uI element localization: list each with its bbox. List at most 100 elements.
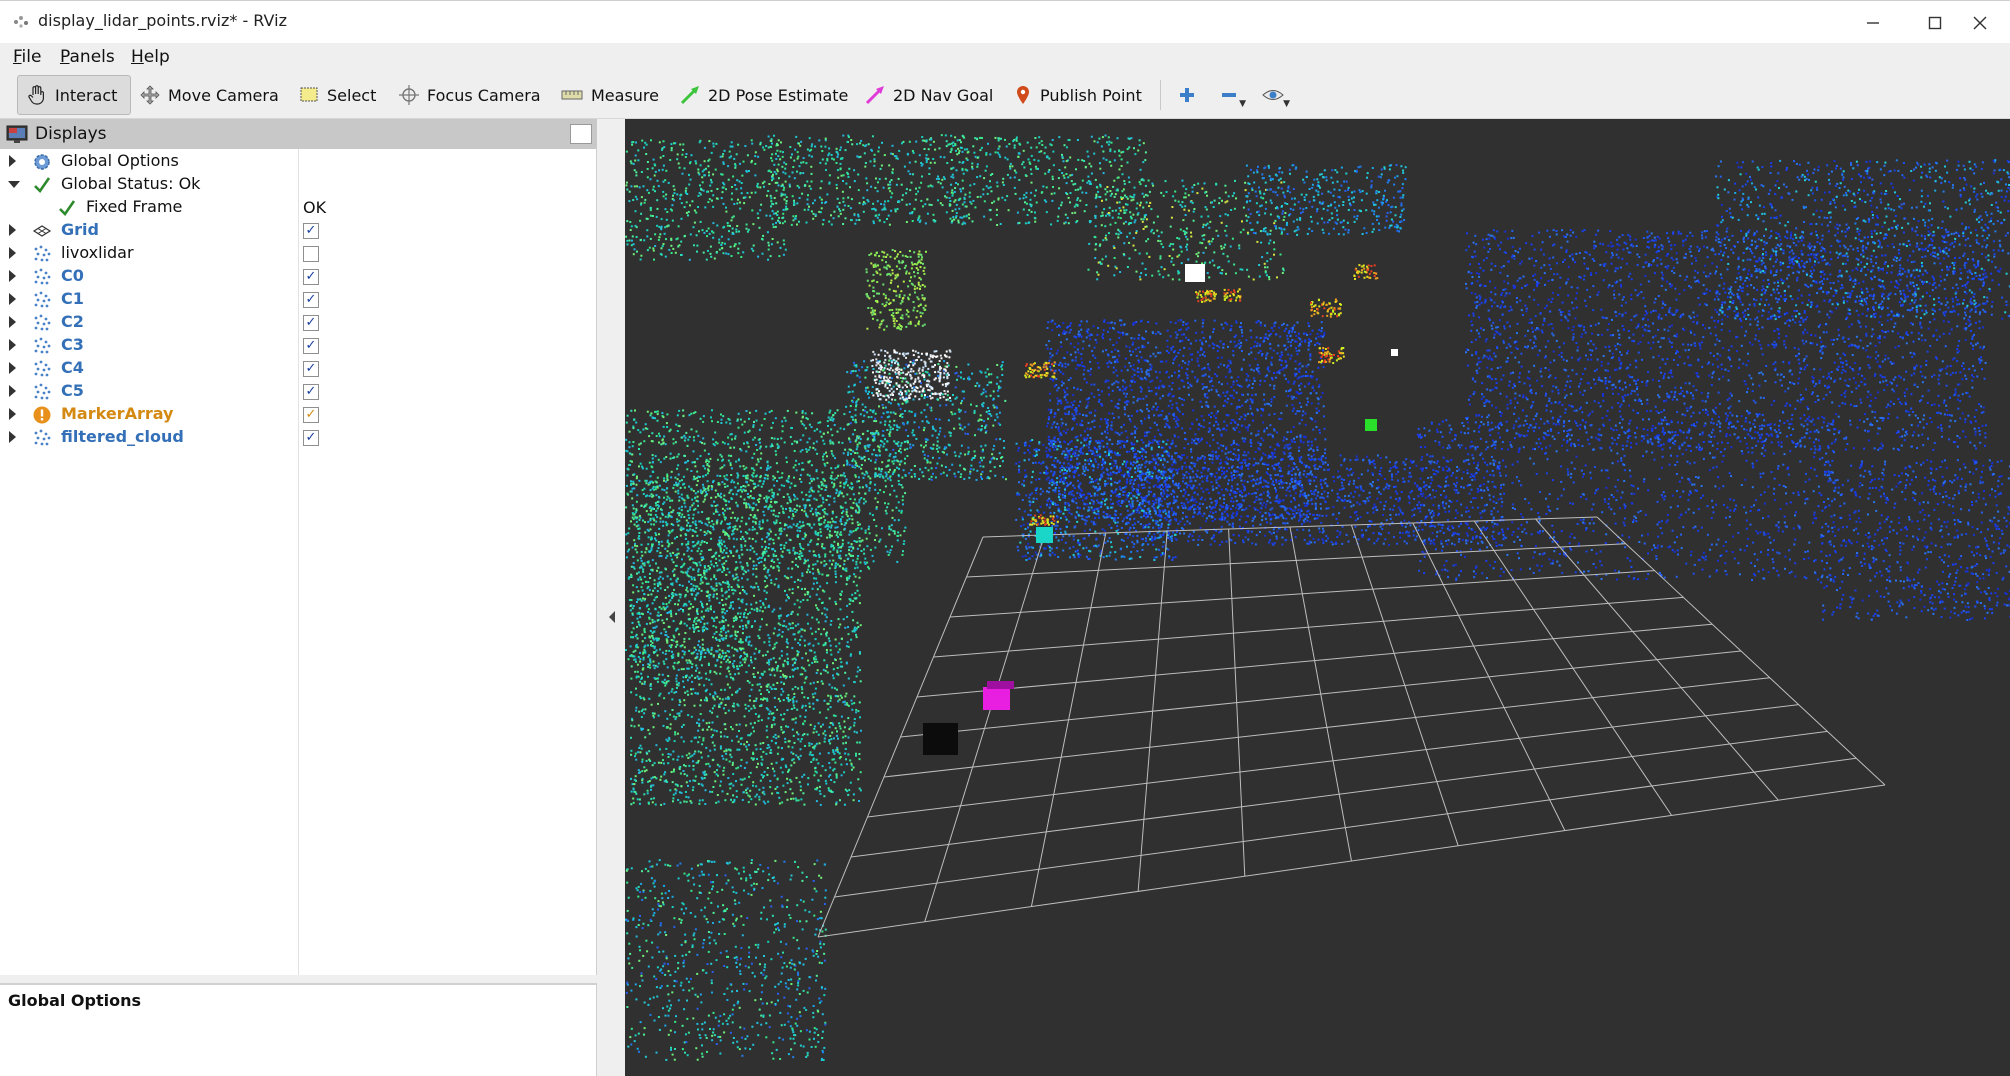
toolbar-separator xyxy=(1160,80,1161,110)
menu-file[interactable]: File xyxy=(13,47,41,67)
expand-arrow-icon[interactable] xyxy=(9,270,16,282)
hand-icon xyxy=(28,85,44,105)
displays-panel-header: Displays xyxy=(0,119,597,149)
display-enabled-checkbox[interactable]: ✓ xyxy=(303,292,319,308)
select-label: Select xyxy=(327,85,377,105)
displays-panel: Displays Global Options Global Status: O… xyxy=(0,119,597,975)
expand-arrow-icon[interactable] xyxy=(9,316,16,328)
close-icon xyxy=(1973,16,1987,29)
tree-row-label: Grid xyxy=(61,220,99,239)
minimize-icon xyxy=(1867,21,1879,24)
lidar-scene xyxy=(625,119,2010,1076)
pointcloud-icon xyxy=(34,268,51,285)
pointcloud-icon xyxy=(34,337,51,354)
window-title: display_lidar_points.rviz* - RViz xyxy=(38,11,287,30)
expand-arrow-icon[interactable] xyxy=(9,362,16,374)
focus-camera-icon xyxy=(399,85,419,105)
tree-row-label: filtered_cloud xyxy=(61,427,184,446)
display-enabled-checkbox[interactable]: ✓ xyxy=(303,223,319,239)
nav-goal-tool-button[interactable]: 2D Nav Goal xyxy=(856,75,1001,115)
check-icon xyxy=(59,200,76,217)
tree-row-label: Fixed Frame xyxy=(86,197,183,216)
tree-row-label: C2 xyxy=(61,312,84,331)
expand-arrow-icon[interactable] xyxy=(9,339,16,351)
measure-tool-button[interactable]: Measure xyxy=(552,75,667,115)
collapse-left-arrow-icon[interactable] xyxy=(609,611,615,623)
minus-icon xyxy=(1222,93,1236,97)
white-box-marker xyxy=(1185,264,1205,282)
black-box-marker xyxy=(923,723,958,755)
close-button[interactable] xyxy=(1950,1,2010,44)
publish-point-tool-button[interactable]: Publish Point xyxy=(1005,75,1150,115)
expand-arrow-icon[interactable] xyxy=(9,155,16,167)
tree-row-label: C0 xyxy=(61,266,84,285)
expand-arrow-icon[interactable] xyxy=(9,408,16,420)
move-camera-label: Move Camera xyxy=(168,85,279,105)
gear-icon xyxy=(34,154,50,170)
pose-estimate-icon xyxy=(680,86,699,105)
display-enabled-checkbox[interactable]: ✓ xyxy=(303,407,319,423)
plus-icon xyxy=(1180,88,1194,102)
minimize-button[interactable] xyxy=(1843,1,1903,44)
displays-title: Displays xyxy=(35,124,107,144)
view-options-button[interactable]: ▼ xyxy=(1256,79,1290,111)
move-camera-icon xyxy=(140,85,160,105)
panel-gap xyxy=(0,975,597,983)
monitor-icon xyxy=(6,125,28,143)
tree-row-label: livoxlidar xyxy=(61,243,134,262)
tree-row-label: Global Status: Ok xyxy=(61,174,201,193)
collapse-arrow-icon[interactable] xyxy=(8,181,20,188)
tree-row-label: C1 xyxy=(61,289,84,308)
display-enabled-checkbox[interactable]: ✓ xyxy=(303,361,319,377)
column-divider[interactable] xyxy=(298,149,299,975)
property-description-panel: Global Options xyxy=(0,983,597,1076)
expand-arrow-icon[interactable] xyxy=(9,293,16,305)
focus-camera-tool-button[interactable]: Focus Camera xyxy=(390,75,549,115)
menu-bar: File Panels Help xyxy=(0,43,2010,71)
expand-arrow-icon[interactable] xyxy=(9,247,16,259)
menu-panels[interactable]: Panels xyxy=(60,47,115,67)
menu-help[interactable]: Help xyxy=(131,47,170,67)
display-enabled-checkbox[interactable] xyxy=(303,246,319,262)
undock-panel-button[interactable] xyxy=(570,124,592,144)
display-enabled-checkbox[interactable]: ✓ xyxy=(303,430,319,446)
pose-estimate-label: 2D Pose Estimate xyxy=(708,85,849,105)
pointcloud-icon xyxy=(34,383,51,400)
remove-tool-button[interactable]: ▼ xyxy=(1212,79,1246,111)
select-icon xyxy=(300,87,318,102)
nav-goal-icon xyxy=(865,86,884,105)
dropdown-arrow-icon: ▼ xyxy=(1283,99,1290,109)
pose-estimate-tool-button[interactable]: 2D Pose Estimate xyxy=(671,75,856,115)
pointcloud-icon xyxy=(34,291,51,308)
select-tool-button[interactable]: Select xyxy=(290,75,384,115)
check-icon xyxy=(34,177,51,194)
magenta-box-top xyxy=(987,681,1014,689)
pointcloud-icon xyxy=(34,245,51,262)
warning-icon xyxy=(33,406,51,424)
grid-icon xyxy=(32,225,52,237)
pointcloud-icon xyxy=(34,429,51,446)
expand-arrow-icon[interactable] xyxy=(9,385,16,397)
tree-row-label: Global Options xyxy=(61,151,179,170)
map-pin-icon xyxy=(1017,86,1029,104)
move-camera-tool-button[interactable]: Move Camera xyxy=(131,75,287,115)
render-viewport[interactable] xyxy=(625,119,2010,1076)
display-enabled-checkbox[interactable]: ✓ xyxy=(303,338,319,354)
expand-arrow-icon[interactable] xyxy=(9,224,16,236)
magenta-box-marker xyxy=(983,687,1010,710)
add-tool-button[interactable] xyxy=(1170,79,1204,111)
focus-camera-label: Focus Camera xyxy=(427,85,541,105)
measure-icon xyxy=(561,90,583,100)
interact-tool-button[interactable]: Interact xyxy=(17,75,131,115)
publish-point-label: Publish Point xyxy=(1040,85,1142,105)
pointcloud-icon xyxy=(34,314,51,331)
display-enabled-checkbox[interactable]: ✓ xyxy=(303,384,319,400)
nav-goal-label: 2D Nav Goal xyxy=(893,85,994,105)
tree-row-label: C4 xyxy=(61,358,84,377)
display-enabled-checkbox[interactable]: ✓ xyxy=(303,269,319,285)
interact-label: Interact xyxy=(55,85,118,105)
expand-arrow-icon[interactable] xyxy=(9,431,16,443)
measure-label: Measure xyxy=(591,85,659,105)
panel-splitter[interactable] xyxy=(597,119,625,1076)
display-enabled-checkbox[interactable]: ✓ xyxy=(303,315,319,331)
